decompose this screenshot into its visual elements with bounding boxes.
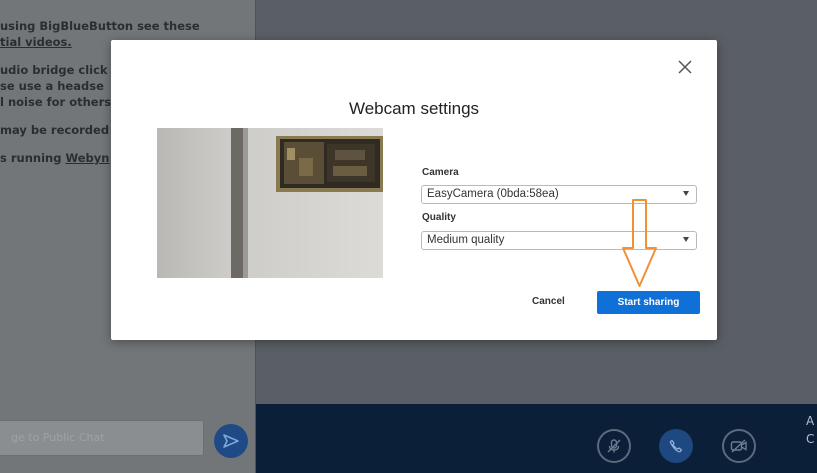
- cancel-button[interactable]: Cancel: [532, 296, 565, 307]
- unmute-microphone-button[interactable]: [597, 429, 631, 463]
- chevron-down-icon: [683, 237, 689, 242]
- chat-message-input[interactable]: ge to Public Chat: [0, 420, 204, 456]
- chat-line: l noise for others: [0, 95, 112, 109]
- modal-title: Webcam settings: [348, 99, 480, 118]
- chat-line: s running: [0, 151, 66, 165]
- chat-line: may be recorded: [0, 123, 110, 137]
- close-icon: [678, 60, 692, 74]
- camera-select-value: EasyCamera (0bda:58ea): [427, 188, 559, 200]
- webcam-settings-modal: Webcam settings Camera EasyCamera (0bda:…: [111, 40, 717, 340]
- phone-icon: [669, 439, 683, 453]
- annotation-arrow-icon: [622, 199, 657, 287]
- send-message-button[interactable]: [214, 424, 248, 458]
- chat-line: udio bridge click: [0, 63, 108, 77]
- mic-muted-icon: [607, 439, 621, 453]
- start-sharing-button[interactable]: Start sharing: [597, 291, 700, 314]
- webrtc-link[interactable]: Webyn: [65, 151, 109, 165]
- audio-phone-button[interactable]: [659, 429, 693, 463]
- send-arrow-icon: [223, 434, 239, 448]
- webcam-preview-image: [157, 128, 383, 278]
- edge-text-2: C: [806, 432, 815, 446]
- webcam-preview: [157, 128, 383, 278]
- tutorial-videos-link[interactable]: tial videos.: [0, 35, 72, 49]
- edge-text-1: A: [806, 414, 815, 428]
- chevron-down-icon: [683, 191, 689, 196]
- share-webcam-button[interactable]: [722, 429, 756, 463]
- camera-off-icon: [730, 439, 747, 453]
- camera-label: Camera: [422, 167, 459, 178]
- chat-input-placeholder: ge to Public Chat: [11, 431, 105, 444]
- close-modal-button[interactable]: [674, 56, 696, 78]
- chat-line: se use a headse: [0, 79, 104, 93]
- quality-select-value: Medium quality: [427, 234, 505, 246]
- chat-line: using BigBlueButton see these: [0, 19, 200, 33]
- action-bar-edge-text: A C: [806, 412, 814, 448]
- quality-label: Quality: [422, 212, 456, 223]
